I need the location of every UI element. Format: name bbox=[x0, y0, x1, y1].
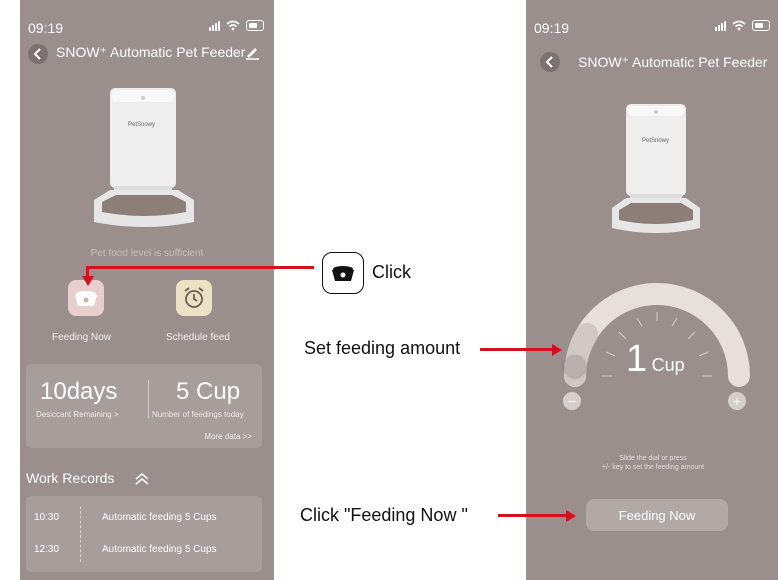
record-time: 12:30 bbox=[34, 544, 60, 555]
amount-unit: Cup bbox=[651, 355, 685, 375]
back-button[interactable] bbox=[540, 52, 560, 72]
device-title: SNOW⁺ Automatic Pet Feeder bbox=[56, 44, 246, 60]
annotation-set-amount: Set feeding amount bbox=[304, 338, 461, 358]
dial-amount: 1 Cup bbox=[626, 338, 685, 381]
food-status: Pet food level is sufficient bbox=[90, 248, 204, 259]
record-desc: Automatic feeding 5 Cups bbox=[102, 544, 217, 555]
food-bowl-icon bbox=[332, 266, 354, 281]
dial-handle[interactable] bbox=[564, 355, 586, 377]
signal-icon bbox=[715, 20, 726, 31]
feeder-image: PetSnowy bbox=[612, 104, 700, 233]
feeding-amount-screen: 09:19 SNOW⁺ Automatic Pet Feeder PetSnow… bbox=[526, 0, 778, 580]
battery-icon bbox=[752, 20, 770, 31]
desiccant-link[interactable]: Desiccant Remaining > bbox=[36, 410, 118, 419]
hint-line-1: Slide the dial or press bbox=[619, 455, 687, 462]
status-icons bbox=[715, 20, 770, 31]
minus-button[interactable]: − bbox=[563, 392, 581, 410]
back-arrow-icon bbox=[33, 48, 41, 60]
arrow-line bbox=[86, 266, 314, 269]
arrow-line bbox=[480, 348, 552, 351]
device-title: SNOW⁺ Automatic Pet Feeder bbox=[578, 54, 768, 70]
record-desc: Automatic feeding 5 Cups bbox=[102, 512, 217, 523]
arrow-head bbox=[566, 509, 576, 522]
feedings-value: 5 Cup bbox=[176, 378, 241, 405]
annotation-click-feed: Click "Feeding Now " bbox=[300, 505, 468, 525]
feeding-now-button[interactable]: Feeding Now bbox=[586, 499, 728, 531]
work-records-list: 10:30 Automatic feeding 5 Cups 12:30 Aut… bbox=[26, 496, 262, 572]
click-hint-icon bbox=[322, 252, 364, 294]
schedule-feed-label: Schedule feed bbox=[166, 332, 230, 343]
schedule-feed-tile[interactable] bbox=[176, 280, 212, 316]
back-button[interactable] bbox=[28, 44, 48, 64]
wifi-icon bbox=[226, 20, 240, 31]
arrow-head bbox=[81, 276, 94, 286]
wifi-icon bbox=[732, 20, 746, 31]
back-arrow-icon bbox=[545, 56, 553, 68]
arrow-head bbox=[552, 343, 562, 356]
battery-icon bbox=[246, 20, 264, 31]
minus-icon: − bbox=[567, 393, 577, 409]
timeline-line bbox=[80, 506, 81, 562]
plus-icon: + bbox=[732, 393, 742, 409]
work-records-title: Work Records bbox=[26, 470, 115, 486]
feeding-now-label: Feeding Now bbox=[52, 332, 111, 343]
desiccant-value: 10days bbox=[40, 378, 118, 405]
dial-hint: Slide the dial or press +/- key to set t… bbox=[526, 454, 778, 472]
chevron-up-icon[interactable] bbox=[134, 472, 150, 486]
status-icons bbox=[209, 20, 264, 31]
plus-button[interactable]: + bbox=[728, 392, 746, 410]
food-bowl-icon bbox=[75, 291, 97, 306]
stats-card: 10days Desiccant Remaining > 5 Cup Numbe… bbox=[26, 364, 262, 448]
amount-value: 1 bbox=[626, 338, 648, 380]
hint-line-2: +/- key to set the feeding amount bbox=[601, 464, 705, 471]
record-time: 10:30 bbox=[34, 512, 60, 523]
feeder-brand: PetSnowy bbox=[128, 122, 155, 128]
more-data-link[interactable]: More data >> bbox=[204, 432, 252, 441]
feedings-label: Number of feedings today bbox=[152, 410, 244, 419]
status-time: 09:19 bbox=[534, 20, 570, 36]
feeder-brand: PetSnowy bbox=[642, 138, 669, 144]
home-screen: 09:19 SNOW⁺ Automatic Pet Feeder PetSnow… bbox=[20, 0, 274, 580]
feeder-image: PetSnowy bbox=[94, 88, 194, 227]
divider bbox=[148, 380, 149, 418]
alarm-clock-icon bbox=[184, 287, 204, 308]
status-time: 09:19 bbox=[28, 20, 64, 36]
annotation-click: Click bbox=[372, 262, 411, 282]
arrow-line bbox=[498, 514, 566, 517]
edit-pencil-icon[interactable] bbox=[244, 44, 260, 60]
signal-icon bbox=[209, 20, 220, 31]
